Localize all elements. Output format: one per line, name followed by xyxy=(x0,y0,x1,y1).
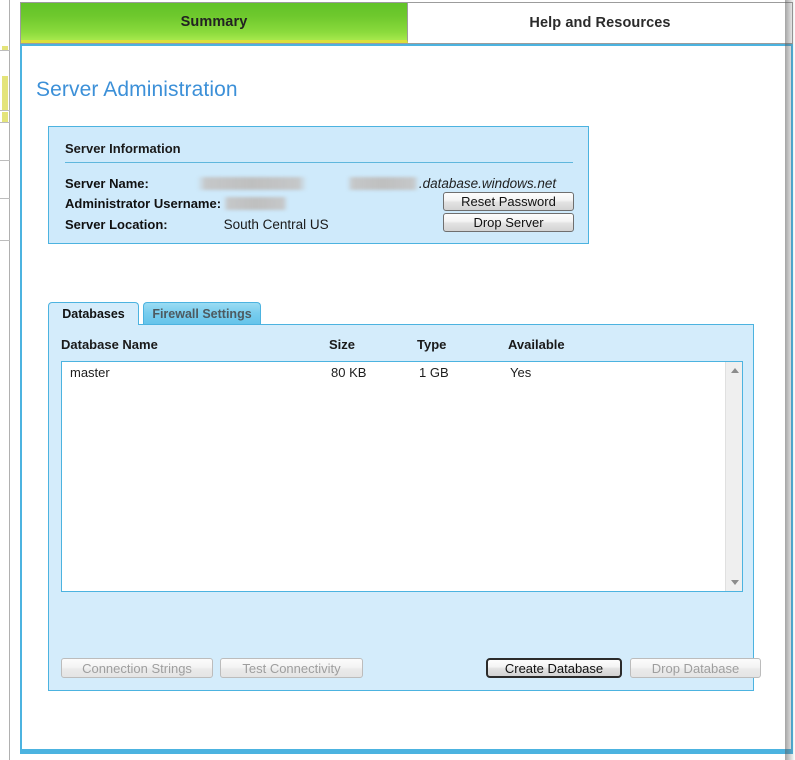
browser-window: Summary Help and Resources Server Admini… xyxy=(10,0,793,760)
server-name-row: Server Name: .database.windows.net xyxy=(65,173,556,194)
left-rail xyxy=(0,0,10,760)
server-name-redacted-block-2 xyxy=(346,177,419,190)
administrator-username-label: Administrator Username: xyxy=(65,196,222,211)
databases-list[interactable]: master 80 KB 1 GB Yes xyxy=(61,361,743,592)
scroll-up-arrow-icon[interactable] xyxy=(726,362,743,379)
reset-password-button[interactable]: Reset Password xyxy=(443,192,574,211)
scroll-down-arrow-icon[interactable] xyxy=(726,574,743,591)
tab-help-and-resources[interactable]: Help and Resources xyxy=(408,3,792,43)
page-title: Server Administration xyxy=(36,78,238,101)
tab-firewall-settings[interactable]: Firewall Settings xyxy=(143,302,261,325)
column-header-type: Type xyxy=(417,337,447,352)
server-information-panel: Server Information Server Name: .databas… xyxy=(48,126,589,244)
drop-database-button[interactable]: Drop Database xyxy=(630,658,761,678)
databases-list-scrollbar[interactable] xyxy=(725,362,742,591)
cell-type: 1 GB xyxy=(419,365,449,380)
server-location-label: Server Location: xyxy=(65,217,168,232)
test-connectivity-button[interactable]: Test Connectivity xyxy=(220,658,363,678)
administrator-username-row: Administrator Username: xyxy=(65,193,289,214)
connection-strings-button[interactable]: Connection Strings xyxy=(61,658,213,678)
databases-column-header: Database Name Size Type Available xyxy=(61,337,741,357)
server-name-label: Server Name: xyxy=(65,176,149,191)
column-header-database-name: Database Name xyxy=(61,337,158,352)
server-location-value: South Central US xyxy=(223,217,329,232)
server-information-heading: Server Information xyxy=(65,141,573,163)
app-screenshot: Summary Help and Resources Server Admini… xyxy=(0,0,795,760)
content-area: Server Administration Server Information… xyxy=(20,44,793,754)
create-database-button[interactable]: Create Database xyxy=(486,658,622,678)
databases-panel: Database Name Size Type Available master… xyxy=(48,324,761,691)
server-name-domain-suffix: .database.windows.net xyxy=(418,176,557,191)
cell-size: 80 KB xyxy=(331,365,367,380)
cell-database-name: master xyxy=(70,365,110,380)
table-row[interactable]: master 80 KB 1 GB Yes xyxy=(62,365,727,385)
window-drop-shadow xyxy=(785,0,795,760)
top-tab-bar: Summary Help and Resources xyxy=(20,2,793,44)
server-name-redacted-block-1 xyxy=(196,177,307,190)
administrator-username-redacted-block xyxy=(223,197,289,210)
drop-server-button[interactable]: Drop Server xyxy=(443,213,574,232)
server-location-row: Server Location: South Central US xyxy=(65,214,329,235)
column-header-available: Available xyxy=(508,337,565,352)
databases-footer-buttons: Connection Strings Test Connectivity Cre… xyxy=(61,658,761,678)
column-header-size: Size xyxy=(329,337,356,352)
db-tab-strip: Databases Firewall Settings xyxy=(48,302,261,325)
tab-databases[interactable]: Databases xyxy=(48,302,139,325)
cell-available: Yes xyxy=(510,365,532,380)
tab-summary[interactable]: Summary xyxy=(21,3,408,43)
